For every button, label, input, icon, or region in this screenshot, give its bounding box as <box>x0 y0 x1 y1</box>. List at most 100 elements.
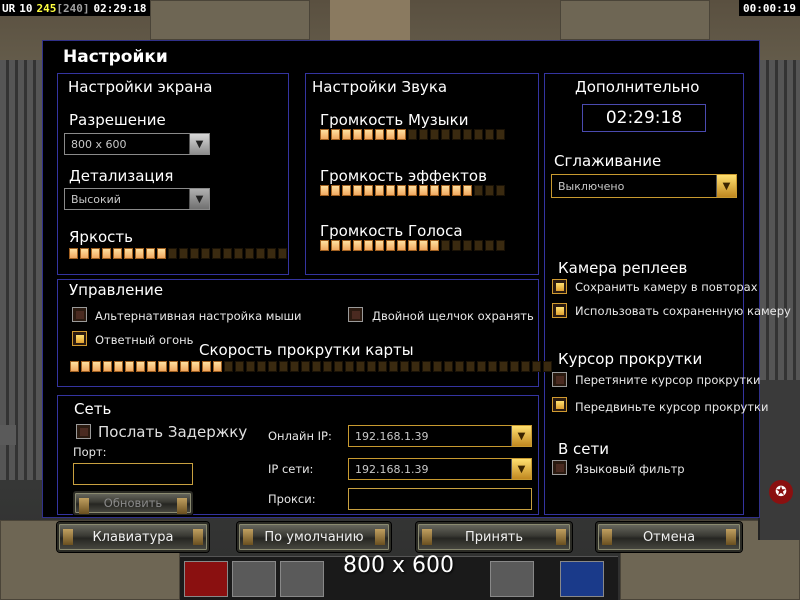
slider-segment[interactable] <box>91 248 100 259</box>
slider-segment[interactable] <box>543 361 552 372</box>
slider-segment[interactable] <box>477 361 486 372</box>
slider-segment[interactable] <box>397 185 406 196</box>
slider-segment[interactable] <box>69 248 78 259</box>
scroll-speed-slider[interactable] <box>70 361 552 372</box>
slider-segment[interactable] <box>463 185 472 196</box>
slider-segment[interactable] <box>452 185 461 196</box>
slider-segment[interactable] <box>80 248 89 259</box>
slider-segment[interactable] <box>114 361 123 372</box>
slider-segment[interactable] <box>364 185 373 196</box>
save-camera-checkbox[interactable] <box>552 279 567 294</box>
slider-segment[interactable] <box>444 361 453 372</box>
slider-segment[interactable] <box>441 240 450 251</box>
slider-segment[interactable] <box>386 129 395 140</box>
slider-segment[interactable] <box>430 185 439 196</box>
slider-segment[interactable] <box>386 240 395 251</box>
slider-segment[interactable] <box>290 361 299 372</box>
slider-segment[interactable] <box>224 361 233 372</box>
command-tile[interactable] <box>232 561 276 597</box>
slider-segment[interactable] <box>278 248 287 259</box>
chevron-down-icon[interactable]: ▼ <box>189 189 209 209</box>
slider-segment[interactable] <box>113 248 122 259</box>
slider-segment[interactable] <box>389 361 398 372</box>
slider-segment[interactable] <box>70 361 79 372</box>
refresh-button[interactable]: Обновить <box>73 491 193 515</box>
command-tile[interactable] <box>560 561 604 597</box>
slider-segment[interactable] <box>496 185 505 196</box>
keyboard-button[interactable]: Клавиатура <box>57 522 209 552</box>
slider-segment[interactable] <box>419 185 428 196</box>
send-delay-checkbox[interactable] <box>76 424 91 439</box>
slider-segment[interactable] <box>488 361 497 372</box>
slider-segment[interactable] <box>532 361 541 372</box>
double-click-checkbox[interactable] <box>348 307 363 322</box>
slider-segment[interactable] <box>466 361 475 372</box>
slider-segment[interactable] <box>485 240 494 251</box>
slider-segment[interactable] <box>345 361 354 372</box>
slider-segment[interactable] <box>353 185 362 196</box>
voice-volume-slider[interactable] <box>320 240 505 251</box>
slider-segment[interactable] <box>213 361 222 372</box>
slider-segment[interactable] <box>103 361 112 372</box>
slider-segment[interactable] <box>521 361 530 372</box>
slider-segment[interactable] <box>136 361 145 372</box>
slider-segment[interactable] <box>342 240 351 251</box>
port-input[interactable] <box>73 463 193 485</box>
slider-segment[interactable] <box>169 361 178 372</box>
slider-segment[interactable] <box>419 240 428 251</box>
chevron-down-icon[interactable]: ▼ <box>511 459 531 479</box>
slider-segment[interactable] <box>441 129 450 140</box>
slider-segment[interactable] <box>422 361 431 372</box>
slider-segment[interactable] <box>179 248 188 259</box>
slider-segment[interactable] <box>419 129 428 140</box>
slider-segment[interactable] <box>474 185 483 196</box>
slider-segment[interactable] <box>124 248 133 259</box>
slider-segment[interactable] <box>499 361 508 372</box>
slider-segment[interactable] <box>323 361 332 372</box>
slider-segment[interactable] <box>411 361 420 372</box>
slider-segment[interactable] <box>312 361 321 372</box>
chevron-down-icon[interactable]: ▼ <box>511 426 531 446</box>
defaults-button[interactable]: По умолчанию <box>237 522 391 552</box>
command-tile[interactable] <box>280 561 324 597</box>
slider-segment[interactable] <box>375 185 384 196</box>
slider-segment[interactable] <box>146 248 155 259</box>
slider-segment[interactable] <box>397 129 406 140</box>
slider-segment[interactable] <box>342 129 351 140</box>
accept-button[interactable]: Принять <box>416 522 572 552</box>
slider-segment[interactable] <box>235 361 244 372</box>
slider-segment[interactable] <box>301 361 310 372</box>
slider-segment[interactable] <box>135 248 144 259</box>
slider-segment[interactable] <box>320 129 329 140</box>
slider-segment[interactable] <box>378 361 387 372</box>
slider-segment[interactable] <box>223 248 232 259</box>
slider-segment[interactable] <box>180 361 189 372</box>
slider-segment[interactable] <box>397 240 406 251</box>
slider-segment[interactable] <box>234 248 243 259</box>
music-volume-slider[interactable] <box>320 129 505 140</box>
slider-segment[interactable] <box>367 361 376 372</box>
slider-segment[interactable] <box>496 129 505 140</box>
slider-segment[interactable] <box>375 240 384 251</box>
slider-segment[interactable] <box>485 185 494 196</box>
slider-segment[interactable] <box>441 185 450 196</box>
detail-select[interactable]: Высокий ▼ <box>64 188 210 210</box>
slider-segment[interactable] <box>158 361 167 372</box>
slider-segment[interactable] <box>496 240 505 251</box>
slider-segment[interactable] <box>257 361 266 372</box>
slider-segment[interactable] <box>433 361 442 372</box>
move-cursor-checkbox[interactable] <box>552 397 567 412</box>
slider-segment[interactable] <box>168 248 177 259</box>
slider-segment[interactable] <box>474 240 483 251</box>
slider-segment[interactable] <box>452 240 461 251</box>
slider-segment[interactable] <box>246 361 255 372</box>
slider-segment[interactable] <box>400 361 409 372</box>
slider-segment[interactable] <box>375 129 384 140</box>
slider-segment[interactable] <box>430 129 439 140</box>
slider-segment[interactable] <box>212 248 221 259</box>
slider-segment[interactable] <box>364 240 373 251</box>
antialias-select[interactable]: Выключено ▼ <box>551 174 737 198</box>
slider-segment[interactable] <box>331 240 340 251</box>
slider-segment[interactable] <box>474 129 483 140</box>
slider-segment[interactable] <box>356 361 365 372</box>
